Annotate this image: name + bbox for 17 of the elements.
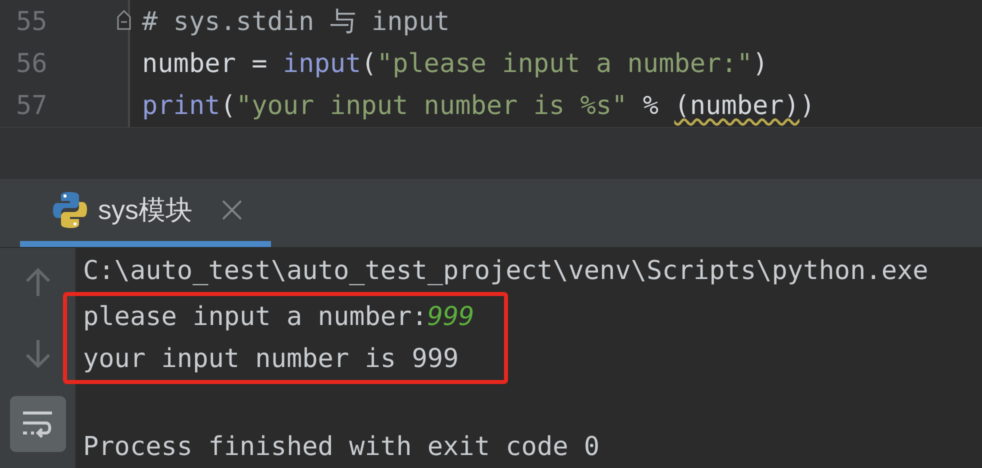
wrap-icon — [22, 409, 54, 439]
python-icon — [52, 191, 88, 229]
code-line: # sys.stdin 与 input — [142, 6, 451, 39]
line-number: 55 — [15, 6, 48, 39]
console-line: please input a number:999 — [83, 301, 474, 334]
soft-wrap-button[interactable] — [10, 396, 66, 452]
close-icon[interactable] — [220, 199, 242, 221]
code-line: print("your input number is %s" % (number)) — [142, 90, 816, 123]
down-arrow-icon[interactable] — [24, 338, 50, 368]
code-line: number = input("please input a number:") — [142, 48, 770, 81]
console-line: C:\auto_test\auto_test_project\venv\Scripts\python.exe — [83, 255, 928, 288]
console-line: Process finished with exit code 0 — [83, 431, 601, 464]
line-number: 57 — [15, 90, 48, 123]
console-line: your input number is 999 — [83, 343, 460, 376]
up-arrow-icon[interactable] — [24, 268, 50, 298]
line-number: 56 — [15, 48, 48, 81]
fold-icon[interactable] — [117, 9, 131, 31]
